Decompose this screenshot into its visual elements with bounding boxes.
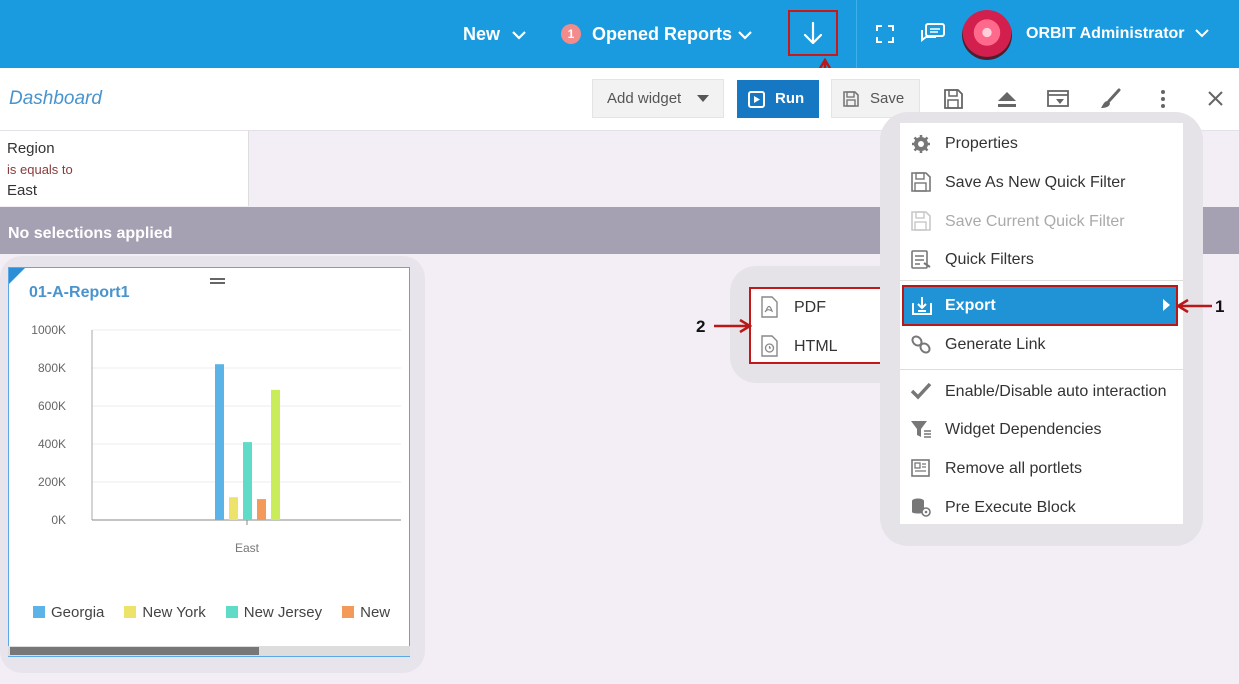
page-title: Dashboard [9,88,102,109]
fullscreen-icon[interactable] [875,24,895,44]
filter-value: East [7,182,38,199]
menu-item-export[interactable] [902,285,1178,326]
menu-item-save-new-quick-filter[interactable]: Save As New Quick Filter [945,174,1126,192]
y-tick-label: 400K [38,437,66,451]
drag-handle-icon[interactable] [210,278,226,286]
legend-label: New Jersey [243,604,323,621]
opened-reports-label[interactable]: Opened Reports [592,24,732,45]
filter-list-icon [911,250,931,269]
database-gear-icon [912,498,931,517]
topbar-divider [856,0,857,68]
bar-chart: 0K 200K 400K 600K 800K 1000K East [31,323,401,555]
selection-status: No selections applied [8,225,173,242]
submenu-arrow-icon [1163,299,1170,311]
legend-swatch [225,606,238,618]
save-icon [843,91,859,107]
chevron-down-icon[interactable] [511,28,527,42]
paintbrush-icon[interactable] [1099,88,1123,110]
annotation-arrow-2 [714,318,752,334]
filter-label: Region [7,140,55,157]
run-label: Run [775,90,805,107]
menu-item-widget-dependencies[interactable]: Widget Dependencies [945,421,1102,439]
legend-item[interactable]: New York [124,604,206,621]
widget-corner-marker [9,268,25,284]
y-tick-label: 600K [38,399,66,413]
y-tick-label: 0K [51,513,66,527]
save-as-icon[interactable] [942,88,966,110]
legend-item[interactable]: New [342,604,390,621]
menu-item-pre-execute-block[interactable]: Pre Execute Block [945,499,1076,517]
bar [243,442,252,520]
caret-down-icon [697,95,709,102]
legend-label: New York [142,604,206,621]
add-widget-label: Add widget [607,90,682,107]
save-disabled-icon [911,211,931,231]
y-tick-label: 800K [38,361,66,375]
opened-reports-badge: 1 [561,24,581,44]
download-button[interactable] [788,10,838,56]
pdf-file-icon [761,296,778,318]
bar [229,497,238,520]
menu-item-export-label: Export [945,297,996,314]
check-icon [910,382,932,400]
annotation-label-2: 2 [696,317,706,336]
funnel-icon [911,421,931,438]
legend-item[interactable]: Georgia [33,604,104,621]
legend-label: New [360,604,391,621]
legend-swatch [124,606,137,618]
menu-item-quick-filters[interactable]: Quick Filters [945,251,1034,269]
user-name[interactable]: ORBIT Administrator [1026,25,1185,43]
bar [271,389,280,520]
avatar[interactable] [962,10,1012,60]
close-icon[interactable] [1204,88,1228,110]
chat-icon[interactable] [920,22,946,46]
y-tick-label: 200K [38,475,66,489]
export-screen-icon[interactable] [1046,88,1070,110]
annotation-label-1: 1 [1215,297,1225,316]
scrollbar-thumb[interactable] [10,647,259,655]
menu-item-auto-interaction[interactable]: Enable/Disable auto interaction [945,383,1166,401]
menu-divider [900,280,1183,281]
widget-title: 01-A-Report1 [29,284,130,301]
menu-divider [900,369,1183,370]
play-icon [748,91,765,108]
save-icon [911,172,931,192]
html-file-icon [761,335,778,357]
menu-item-properties[interactable]: Properties [945,135,1018,153]
legend-swatch [342,606,355,618]
link-icon [911,335,931,354]
export-icon [912,297,932,315]
new-menu-label[interactable]: New [463,24,500,45]
menu-item-generate-link[interactable]: Generate Link [945,336,1046,354]
gear-icon [912,135,930,153]
y-tick-label: 1000K [31,323,66,337]
save-label: Save [870,90,905,107]
portlet-icon [911,459,930,477]
chevron-down-icon[interactable] [737,28,753,42]
chevron-down-icon[interactable] [1194,26,1210,40]
annotation-arrow-1 [1176,298,1212,314]
add-widget-button[interactable]: Add widget [592,79,724,118]
run-button[interactable]: Run [737,80,819,118]
menu-item-remove-portlets[interactable]: Remove all portlets [945,460,1082,478]
legend-item[interactable]: New Jersey [225,604,323,621]
eject-icon[interactable] [995,88,1019,110]
chart-legend: Georgia New York New Jersey New [33,604,410,621]
download-arrow-icon [803,21,823,45]
export-html-item[interactable]: HTML [794,338,838,356]
menu-item-save-current-quick-filter: Save Current Quick Filter [945,213,1125,230]
x-tick-label: East [235,541,260,555]
bar [257,499,266,520]
legend-label: Georgia [51,604,105,621]
legend-swatch [33,606,45,618]
export-pdf-item[interactable]: PDF [794,299,826,317]
filter-operator: is equals to [7,162,73,177]
bar [215,364,224,520]
more-vertical-icon[interactable] [1151,88,1175,110]
